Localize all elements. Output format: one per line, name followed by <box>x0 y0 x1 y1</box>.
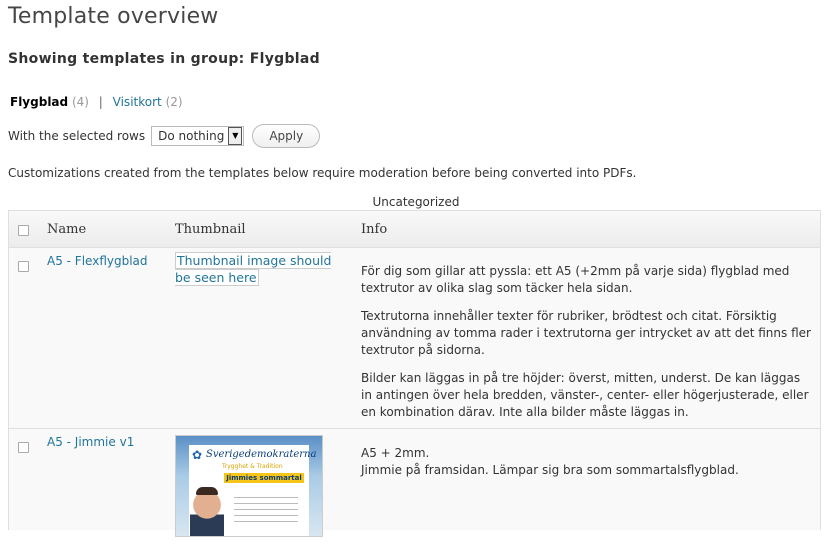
template-name-link[interactable]: A5 - Jimmie v1 <box>47 435 134 449</box>
bulk-action-select[interactable]: Do nothing ▼ <box>151 126 245 146</box>
column-header-name: Name <box>47 222 87 237</box>
column-header-thumbnail: Thumbnail <box>175 222 246 237</box>
info-paragraph: För dig som gillar att pyssla: ett A5 (+… <box>361 264 790 295</box>
templates-table: Name Thumbnail Info A5 - Flexflygblad Th… <box>8 210 821 537</box>
thumbnail-logo-text: Sverigedemokraterna <box>206 449 317 460</box>
template-thumbnail-image[interactable]: ✿ Sverigedemokraterna Trygghet & Traditi… <box>175 435 323 537</box>
table-row: A5 - Flexflygblad Thumbnail image should… <box>9 248 820 429</box>
bulk-actions: With the selected rows Do nothing ▼ Appl… <box>8 124 321 148</box>
row-checkbox[interactable] <box>18 261 29 272</box>
group-count-visitkort: (2) <box>165 95 183 109</box>
thumbnail-banner: Jimmies sommartal <box>224 473 304 483</box>
bulk-actions-label: With the selected rows <box>8 129 146 143</box>
page-subtitle: Showing templates in group: Flygblad <box>8 51 320 67</box>
moderation-notice: Customizations created from the template… <box>8 166 637 180</box>
table-header: Name Thumbnail Info <box>9 211 820 248</box>
dropdown-arrow-icon: ▼ <box>228 127 243 145</box>
template-info: A5 + 2mm. Jimmie på framsidan. Lämpar si… <box>361 445 811 479</box>
party-logo-icon: ✿ <box>192 448 203 462</box>
info-paragraph: Textrutorna innehåller texter för rubrik… <box>361 309 811 357</box>
select-all-checkbox[interactable] <box>18 225 29 236</box>
group-count-flygblad: (4) <box>71 95 89 109</box>
group-separator: | <box>98 95 103 109</box>
apply-button[interactable]: Apply <box>252 124 321 148</box>
group-link-flygblad[interactable]: Flygblad <box>10 95 68 109</box>
table-row: A5 - Jimmie v1 ✿ Sverigedemokraterna Try… <box>9 430 820 550</box>
info-line: Jimmie på framsidan. Lämpar sig bra som … <box>361 463 739 477</box>
thumbnail-placeholder-text: Thumbnail image should be seen here <box>175 252 332 286</box>
info-line: A5 + 2mm. <box>361 446 430 460</box>
column-header-info: Info <box>361 222 388 237</box>
thumbnail-logo-subtext: Trygghet & Tradition <box>222 463 283 470</box>
thumbnail-placeholder-link[interactable]: Thumbnail image should be seen here <box>175 252 347 286</box>
portrait-image <box>190 488 224 536</box>
category-caption: Uncategorized <box>372 195 460 209</box>
portrait-hair <box>196 487 218 495</box>
thumbnail-text-lines <box>234 492 298 522</box>
bulk-action-selected-value: Do nothing <box>158 129 225 143</box>
group-filter-links: Flygblad (4) | Visitkort (2) <box>10 95 183 109</box>
group-link-visitkort[interactable]: Visitkort <box>113 95 162 109</box>
info-paragraph: Bilder kan läggas in på tre höjder: över… <box>361 371 809 419</box>
template-info: För dig som gillar att pyssla: ett A5 (+… <box>361 263 811 432</box>
page-title: Template overview <box>8 4 219 29</box>
row-checkbox[interactable] <box>18 442 29 453</box>
template-name-link[interactable]: A5 - Flexflygblad <box>47 254 148 268</box>
